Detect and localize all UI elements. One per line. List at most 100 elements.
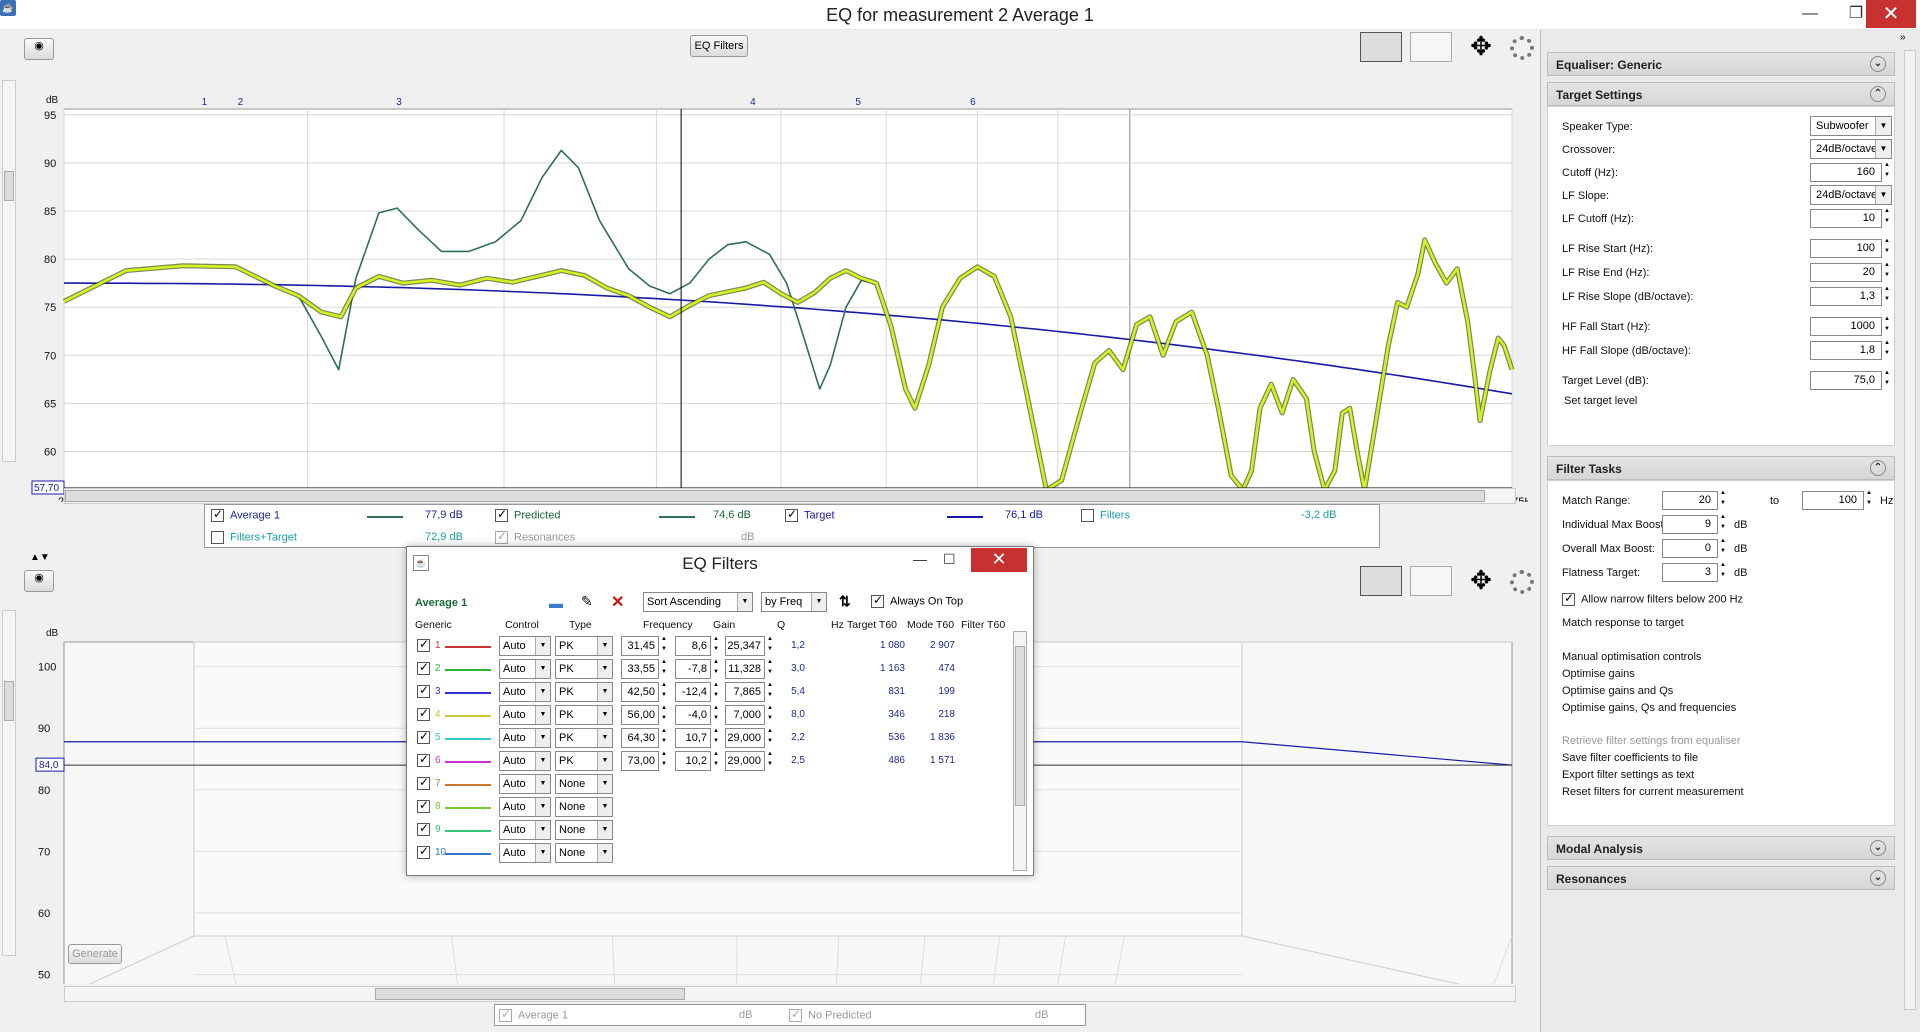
equaliser-header[interactable]: Equaliser: Generic ⌄ [1547, 52, 1895, 76]
hf-fall-start-field[interactable]: 1000 [1810, 317, 1882, 336]
collapse-panel-icon[interactable]: » [1900, 32, 1914, 46]
filter-gain-field[interactable]: 10,2 [675, 751, 711, 771]
filter-frequency-spinner[interactable] [660, 682, 670, 702]
filters-checkbox[interactable] [1081, 509, 1094, 522]
capture-button-bottom[interactable]: ◉ [24, 570, 54, 592]
lf-rise-end-spinner[interactable] [1883, 262, 1893, 282]
dialog-minimize-button[interactable]: — [913, 551, 927, 567]
filter-control-select[interactable]: Auto ▼ [499, 774, 551, 794]
splitter-arrows-icon[interactable]: ▲▼ [30, 552, 50, 563]
fit-arrows-icon[interactable]: ✥ [1460, 32, 1502, 62]
lf-rise-start-field[interactable]: 100 [1810, 239, 1882, 258]
hf-fall-slope-field[interactable]: 1,8 [1810, 341, 1882, 360]
filter-enabled-checkbox[interactable] [417, 752, 430, 767]
match-range-to-field[interactable]: 100 [1802, 491, 1864, 510]
filter-gain-spinner[interactable] [712, 705, 722, 725]
delete-icon[interactable]: ✕ [611, 592, 624, 612]
scroll-thumb[interactable] [375, 988, 685, 1000]
target-checkbox[interactable] [785, 507, 798, 522]
filter-gain-spinner[interactable] [712, 636, 722, 656]
filter-tasks-header[interactable]: Filter Tasks ⌃ [1547, 456, 1895, 480]
always-on-top-checkbox[interactable]: Always On Top [871, 593, 963, 608]
legend-predicted[interactable]: Predicted [495, 507, 560, 522]
legend-filters[interactable]: Filters [1081, 509, 1130, 522]
filter-frequency-field[interactable]: 64,30 [621, 728, 659, 748]
speaker-type-select[interactable]: Subwoofer ▼ [1810, 116, 1892, 136]
columns-icon[interactable] [1410, 32, 1452, 62]
filter-frequency-spinner[interactable] [660, 751, 670, 771]
filter-frequency-spinner[interactable] [660, 728, 670, 748]
match-response-button[interactable]: Match response to target [1562, 617, 1684, 629]
close-button[interactable]: ✕ [1866, 0, 1916, 28]
panel-scrollbar[interactable] [1904, 50, 1916, 1010]
filter-frequency-field[interactable]: 33,55 [621, 659, 659, 679]
filter-enabled-checkbox[interactable] [417, 821, 430, 836]
individual-max-boost-spinner[interactable] [1719, 514, 1729, 534]
filter-frequency-field[interactable]: 42,50 [621, 682, 659, 702]
filter-control-select[interactable]: Auto ▼ [499, 659, 551, 679]
filter-q-field[interactable]: 29,000 [725, 751, 765, 771]
filter-frequency-spinner[interactable] [660, 705, 670, 725]
cutoff-field[interactable]: 160 [1810, 163, 1882, 182]
bottom-horizontal-scrollbar[interactable] [64, 986, 1516, 1002]
minimize-button[interactable]: — [1788, 0, 1832, 28]
filter-q-field[interactable]: 25,347 [725, 636, 765, 656]
filter-enabled-checkbox[interactable] [417, 729, 430, 744]
filter-gain-field[interactable]: -12,4 [675, 682, 711, 702]
filter-type-select[interactable]: PK ▼ [555, 728, 613, 748]
scroll-thumb[interactable] [1015, 646, 1025, 806]
lf-cutoff-spinner[interactable] [1883, 208, 1893, 228]
top-frequency-graph[interactable]: 2130405060708090100175Hz9590858075706560… [18, 62, 1528, 502]
export-filter-settings-button[interactable]: Export filter settings as text [1562, 769, 1694, 781]
dialog-maximize-button[interactable]: ☐ [943, 551, 956, 568]
sort-toggle-icon[interactable]: ⇅ [839, 593, 851, 610]
filter-control-select[interactable]: Auto ▼ [499, 751, 551, 771]
overall-max-boost-field[interactable]: 0 [1662, 539, 1718, 558]
filter-control-select[interactable]: Auto ▼ [499, 797, 551, 817]
match-range-from-spinner[interactable] [1719, 490, 1729, 510]
scroll-thumb[interactable] [4, 171, 14, 201]
filter-gain-field[interactable]: -7,8 [675, 659, 711, 679]
save-filter-coefficients-button[interactable]: Save filter coefficients to file [1562, 752, 1698, 764]
sort-by-select[interactable]: by Freq ▼ [761, 592, 827, 612]
lf-slope-select[interactable]: 24dB/octave ▼ [1810, 185, 1892, 205]
filter-type-select[interactable]: PK ▼ [555, 705, 613, 725]
top-vertical-scrollbar[interactable] [2, 80, 16, 462]
dialog-close-button[interactable]: ✕ [971, 548, 1027, 572]
optimise-gains-qs-freqs-button[interactable]: Optimise gains, Qs and frequencies [1562, 702, 1736, 714]
filter-enabled-checkbox[interactable] [417, 775, 430, 790]
legend-filters-target[interactable]: Filters+Target [211, 531, 297, 544]
filter-enabled-checkbox[interactable] [417, 706, 430, 721]
lf-rise-start-spinner[interactable] [1883, 238, 1893, 258]
allow-narrow-checkbox[interactable]: Allow narrow filters below 200 Hz [1562, 591, 1743, 606]
set-target-level-button[interactable]: Set target level [1564, 395, 1637, 407]
lf-rise-slope-spinner[interactable] [1883, 286, 1893, 306]
filter-frequency-spinner[interactable] [660, 659, 670, 679]
bottom-vertical-scrollbar[interactable] [2, 610, 16, 956]
folder-icon[interactable]: ▬ [549, 595, 563, 611]
filter-control-select[interactable]: Auto ▼ [499, 820, 551, 840]
filter-q-field[interactable]: 7,865 [725, 682, 765, 702]
legend-average1[interactable]: Average 1 [211, 507, 280, 522]
predicted-checkbox[interactable] [495, 507, 508, 522]
filter-q-field[interactable]: 11,328 [725, 659, 765, 679]
filter-type-select[interactable]: PK ▼ [555, 751, 613, 771]
resonances-header[interactable]: Resonances ⌄ [1547, 866, 1895, 890]
reset-filters-button[interactable]: Reset filters for current measurement [1562, 786, 1744, 798]
filter-gain-spinner[interactable] [712, 682, 722, 702]
flatness-target-field[interactable]: 3 [1662, 563, 1718, 582]
filter-control-select[interactable]: Auto ▼ [499, 636, 551, 656]
filter-type-select[interactable]: PK ▼ [555, 636, 613, 656]
scroll-thumb[interactable] [4, 681, 14, 721]
filter-q-field[interactable]: 7,000 [725, 705, 765, 725]
eq-filters-button[interactable]: EQ Filters [690, 35, 748, 57]
lf-rise-slope-field[interactable]: 1,3 [1810, 287, 1882, 306]
filter-gain-spinner[interactable] [712, 659, 722, 679]
target-level-field[interactable]: 75,0 [1810, 371, 1882, 390]
filter-enabled-checkbox[interactable] [417, 683, 430, 698]
filter-gain-field[interactable]: 8,6 [675, 636, 711, 656]
filter-gain-field[interactable]: 10,7 [675, 728, 711, 748]
filter-type-select[interactable]: None ▼ [555, 797, 613, 817]
lf-rise-end-field[interactable]: 20 [1810, 263, 1882, 282]
filter-gain-spinner[interactable] [712, 728, 722, 748]
